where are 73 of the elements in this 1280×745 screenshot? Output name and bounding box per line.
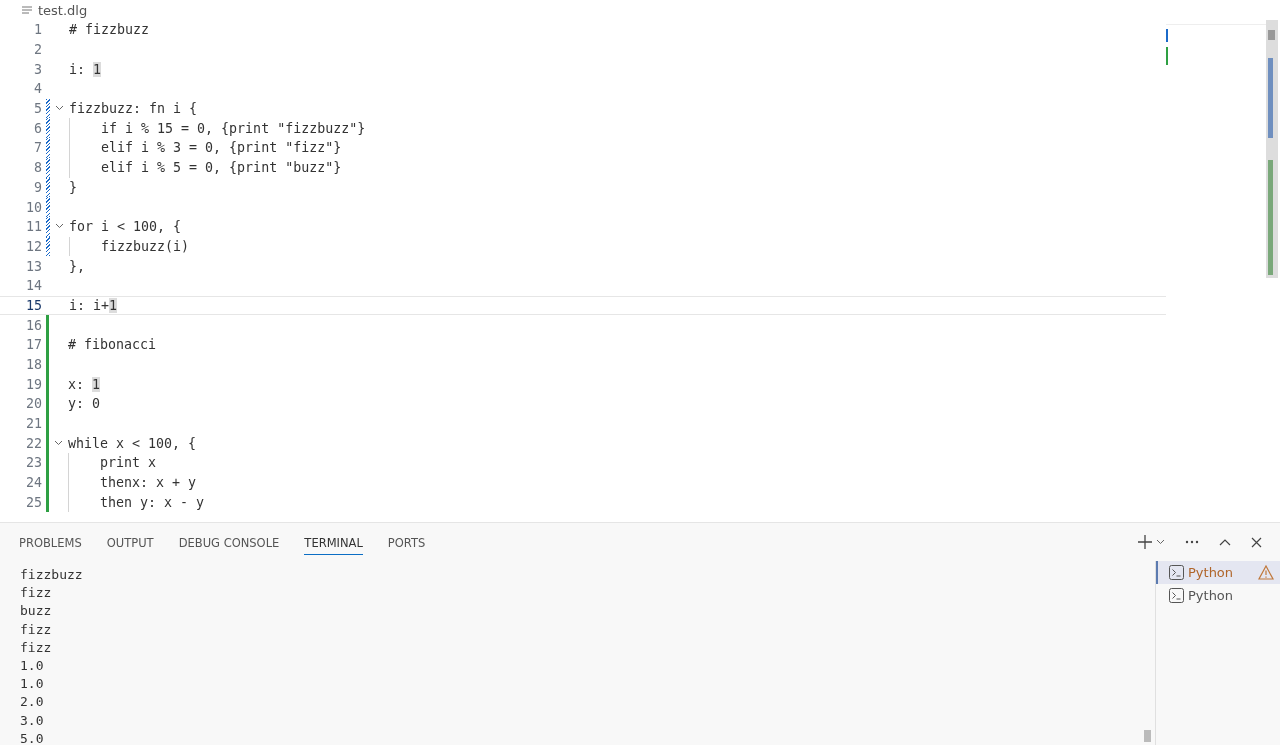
code-line: fizzbuzz(i) [100, 238, 190, 254]
line-number: 22 [25, 435, 42, 451]
code-line: x: 1 [68, 376, 101, 392]
chevron-down-icon[interactable] [1156, 539, 1165, 545]
terminal-output-line: 2.0 [20, 693, 45, 712]
terminal-output-line: buzz [20, 602, 53, 621]
panel-tab[interactable]: TERMINAL [304, 529, 363, 555]
code-line: i: i+1 [69, 297, 118, 313]
close-icon[interactable] [1251, 536, 1262, 548]
code-line: thenx: x + y [99, 475, 197, 491]
panel-tab[interactable]: DEBUG CONSOLE [178, 529, 280, 555]
line-number: 24 [25, 475, 42, 491]
code-line: y: 0 [68, 396, 101, 412]
line-number: 9 [33, 179, 42, 195]
code-line: }, [69, 258, 85, 274]
more-icon[interactable] [1185, 540, 1199, 544]
terminal-output-line: fizz [20, 638, 53, 657]
code-line: } [69, 179, 77, 195]
terminal-output-line: 1.0 [20, 675, 45, 694]
line-number: 5 [33, 101, 42, 117]
terminal-icon [1169, 565, 1184, 580]
lines-icon [22, 5, 32, 15]
line-number: 11 [25, 219, 42, 235]
line-number: 10 [25, 199, 42, 215]
terminal-list-item[interactable]: Python [1156, 561, 1280, 584]
terminal-list-item[interactable]: Python [1156, 584, 1280, 607]
line-number: 13 [25, 258, 42, 274]
line-number: 15 [25, 297, 42, 313]
line-number: 19 [25, 376, 42, 392]
line-number: 23 [25, 455, 42, 471]
panel-tab[interactable]: OUTPUT [106, 529, 154, 555]
line-number: 1 [33, 22, 42, 38]
warning-icon [1258, 565, 1274, 580]
line-number: 12 [25, 238, 42, 254]
terminal-output-line: 1.0 [20, 656, 45, 675]
panel-tab[interactable]: PORTS [387, 529, 426, 555]
line-number: 7 [33, 140, 42, 156]
code-line: while x < 100, { [68, 435, 197, 451]
terminal-output-line: 5.0 [20, 729, 45, 745]
scrollbar[interactable] [1266, 20, 1278, 278]
terminal-output-line: fizzbuzz [20, 566, 84, 584]
panel-tab[interactable]: PROBLEMS [19, 529, 82, 555]
line-number: 3 [33, 61, 42, 77]
code-line: then y: x - y [99, 494, 205, 510]
line-number: 8 [33, 160, 42, 176]
code-line: print x [99, 455, 157, 471]
scrollbar-thumb[interactable] [1144, 730, 1151, 742]
code-line: # fizzbuzz [69, 22, 150, 38]
line-number: 2 [33, 42, 42, 58]
chevron-icon[interactable] [54, 438, 63, 448]
code-line: fizzbuzz: fn i { [69, 101, 198, 117]
line-number: 18 [25, 357, 42, 373]
code-line: for i < 100, { [69, 219, 182, 235]
terminal-output-line: 3.0 [20, 711, 45, 730]
terminal-output-line: fizz [20, 620, 53, 639]
line-number: 6 [33, 120, 42, 136]
code-line: i: 1 [69, 61, 102, 77]
line-number: 20 [25, 396, 42, 412]
plus-icon[interactable] [1138, 535, 1152, 549]
line-number: 25 [25, 494, 42, 510]
line-number: 4 [33, 81, 42, 97]
line-number: 16 [25, 317, 42, 333]
code-line: elif i % 5 = 0, {print "buzz"} [100, 160, 342, 176]
file-name[interactable]: test.dlg [38, 2, 88, 18]
line-number: 21 [25, 416, 42, 432]
code-line: elif i % 3 = 0, {print "fizz"} [100, 140, 342, 156]
terminal-output-line: fizz [20, 584, 53, 603]
code-line: if i % 15 = 0, {print "fizzbuzz"} [100, 120, 366, 136]
line-number: 14 [25, 278, 42, 294]
chevron-up-icon[interactable] [1219, 538, 1231, 546]
code-line: # fibonacci [68, 337, 157, 353]
line-number: 17 [25, 337, 42, 353]
terminal-icon [1169, 588, 1184, 603]
